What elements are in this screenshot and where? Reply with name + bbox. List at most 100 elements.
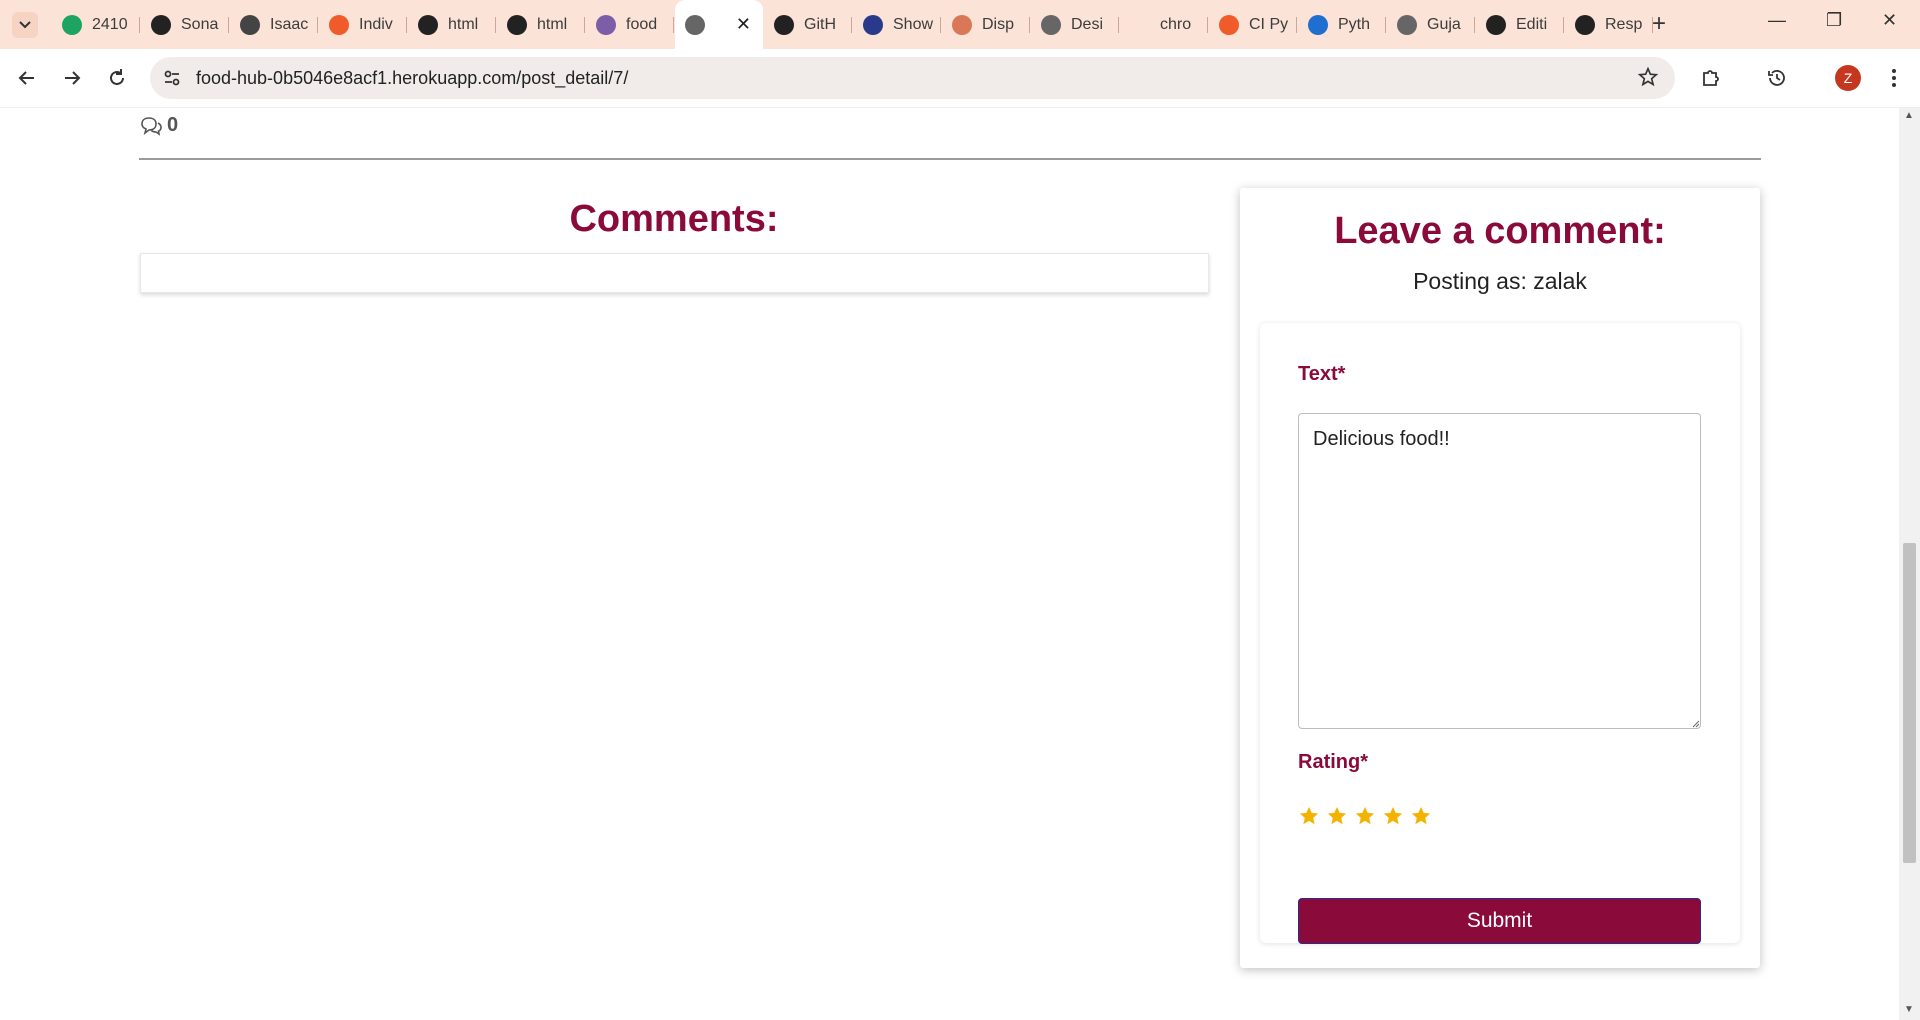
rating-stars[interactable] (1298, 805, 1432, 827)
tab-title: Sona (181, 15, 219, 33)
page-content: 0 Comments: Leave a comment: Posting as:… (0, 108, 1899, 1020)
tab-title: html (537, 15, 568, 33)
submit-button[interactable]: Submit (1298, 898, 1701, 944)
browser-tab[interactable]: CI Py (1209, 8, 1297, 41)
comment-text-field[interactable] (1298, 413, 1701, 729)
tab-title: GitH (804, 15, 836, 33)
divider (139, 158, 1761, 160)
browser-tab[interactable]: Desi (1031, 8, 1119, 41)
tab-title: html (448, 15, 479, 33)
close-window-button[interactable]: ✕ (1882, 10, 1897, 31)
comment-count-value: 0 (167, 114, 179, 136)
comments-heading: Comments: (569, 198, 779, 240)
browser-tab[interactable]: Resp (1565, 8, 1653, 41)
github-icon (507, 14, 527, 35)
close-tab-icon[interactable]: ✕ (736, 14, 751, 35)
tab-title: Desi (1071, 15, 1104, 33)
openai-icon (1575, 14, 1595, 35)
heroku-icon (596, 14, 616, 35)
tab-title: 2410 (92, 15, 128, 33)
tab-title: Editi (1516, 15, 1548, 33)
scroll-up-arrow-icon[interactable]: ▲ (1904, 110, 1914, 121)
profile-button[interactable]: Z (1834, 64, 1862, 92)
tab-title: Show (893, 15, 933, 33)
forward-button[interactable] (58, 64, 86, 92)
browser-tab[interactable]: html (497, 8, 585, 41)
leave-comment-card: Leave a comment: Posting as: zalak Text*… (1240, 188, 1760, 968)
browser-tab[interactable]: 2410 (52, 8, 140, 41)
browser-tab[interactable]: Sona (141, 8, 229, 41)
browser-tab[interactable]: GitH (764, 8, 852, 41)
browser-toolbar: food-hub-0b5046e8acf1.herokuapp.com/post… (0, 49, 1920, 108)
tab-title: Pyth (1338, 15, 1371, 33)
extensions-button[interactable] (1697, 64, 1725, 92)
tab-title: Isaac (270, 15, 309, 33)
browser-tab[interactable]: Disp (942, 8, 1030, 41)
arrow-left-icon (18, 71, 34, 85)
scroll-thumb[interactable] (1903, 543, 1916, 863)
text-label: Text* (1298, 363, 1346, 385)
more-vert-icon (1892, 69, 1896, 87)
rating-label: Rating* (1298, 751, 1368, 773)
avatar: Z (1835, 65, 1861, 91)
browser-tab[interactable]: Isaac (230, 8, 318, 41)
star-icon[interactable] (1354, 805, 1376, 827)
tab-strip: 2410 Sona Isaac Indiv html html food ✕ GitH Show D… (0, 0, 1920, 49)
tab-title: Indiv (359, 15, 393, 33)
tab-title: Disp (982, 15, 1015, 33)
browser-tab[interactable]: Guja (1387, 8, 1475, 41)
w3-icon (863, 14, 883, 35)
star-icon[interactable] (1382, 805, 1404, 827)
history-button[interactable] (1763, 64, 1791, 92)
url-text: food-hub-0b5046e8acf1.herokuapp.com/post… (196, 68, 629, 88)
browser-tab[interactable]: ✕ (675, 0, 763, 49)
site-settings-icon[interactable] (162, 68, 182, 88)
restore-button[interactable]: ❐ (1826, 10, 1842, 31)
browser-tab[interactable]: chro (1120, 8, 1208, 41)
browser-tab[interactable]: Indiv (319, 8, 407, 41)
chevron-down-icon (19, 21, 31, 29)
back-button[interactable] (13, 64, 41, 92)
opera-icon (329, 14, 349, 35)
star-icon[interactable] (1410, 805, 1432, 827)
browser-tab[interactable]: Show (853, 8, 941, 41)
github-icon (240, 14, 260, 35)
page-scrollbar[interactable]: ▲ ▼ (1899, 108, 1920, 1020)
comment-count: 0 (139, 114, 178, 137)
posting-as-text: Posting as: zalak (1413, 268, 1587, 294)
github-icon (774, 14, 794, 35)
menu-button[interactable] (1880, 64, 1908, 92)
reload-icon (110, 69, 124, 85)
new-tab-button[interactable]: + (1652, 12, 1666, 36)
claude-icon (952, 14, 972, 35)
browser-tab[interactable]: Editi (1476, 8, 1564, 41)
sheets-icon (62, 14, 82, 35)
star-icon[interactable] (1298, 805, 1320, 827)
address-bar[interactable]: food-hub-0b5046e8acf1.herokuapp.com/post… (150, 57, 1675, 99)
resize-handle-icon[interactable] (1690, 718, 1700, 728)
github-icon (1486, 14, 1506, 35)
browser-tab[interactable]: Pyth (1298, 8, 1386, 41)
blank-icon (1130, 14, 1150, 35)
history-icon (1768, 70, 1785, 86)
puzzle-icon (1703, 70, 1719, 86)
tab-search-button[interactable] (12, 12, 38, 38)
scroll-down-arrow-icon[interactable]: ▼ (1904, 1004, 1914, 1015)
leave-comment-heading: Leave a comment: (1334, 210, 1666, 252)
comments-icon (141, 116, 162, 136)
tab-title: chro (1160, 15, 1192, 33)
tab-title: CI Py (1249, 15, 1289, 33)
browser-tab[interactable]: food (586, 8, 674, 41)
bookmark-star-icon[interactable] (1637, 66, 1659, 88)
opera-icon (1219, 14, 1239, 35)
github-icon (418, 14, 438, 35)
star-icon[interactable] (1326, 805, 1348, 827)
globe-icon (1041, 14, 1061, 35)
globe-icon (685, 14, 705, 35)
tab-title: Resp (1605, 15, 1643, 33)
arrow-right-icon (65, 71, 81, 85)
reload-button[interactable] (103, 64, 131, 92)
browser-tab[interactable]: html (408, 8, 496, 41)
github-icon (151, 14, 171, 35)
minimize-button[interactable]: — (1768, 10, 1786, 31)
